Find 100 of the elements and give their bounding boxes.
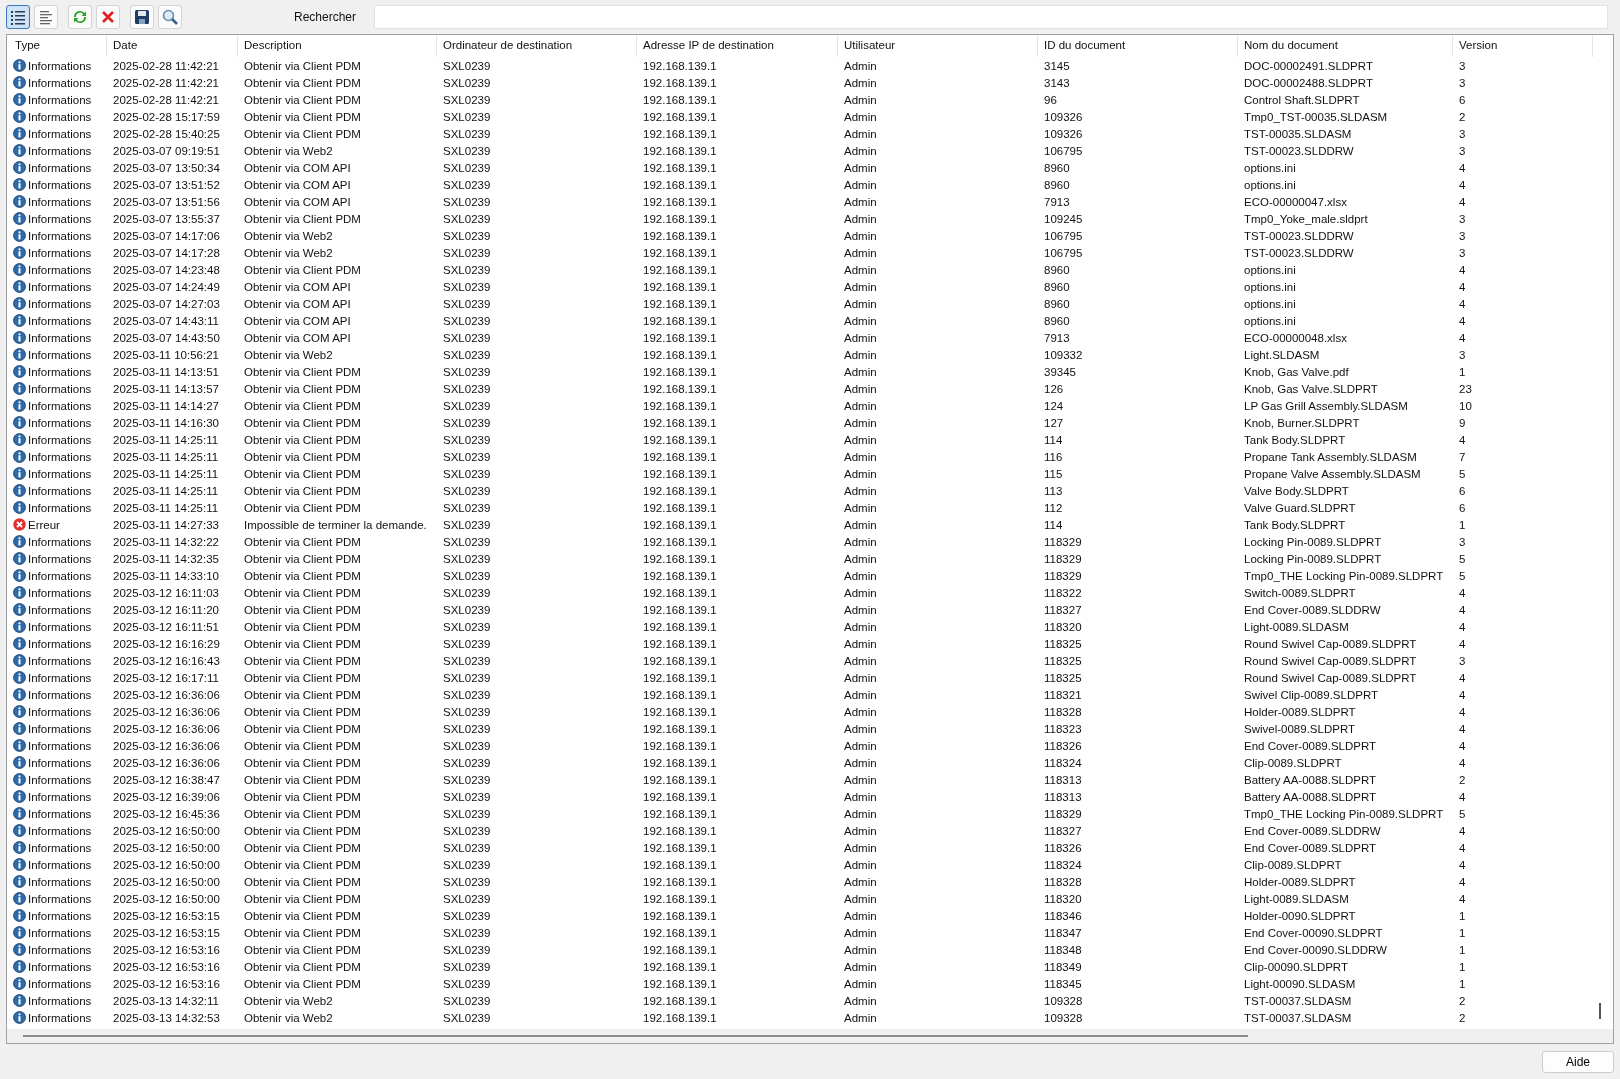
document-id-cell: 106795	[1044, 144, 1083, 157]
description-cell: Obtenir via Client PDM	[244, 926, 361, 939]
document-id-cell: 118329	[1044, 552, 1082, 565]
column-header[interactable]: Nom du document	[1238, 35, 1453, 57]
document-id-cell: 118345	[1044, 977, 1082, 990]
column-header[interactable]: ID du document	[1038, 35, 1238, 57]
computer-cell: SXL0239	[443, 756, 491, 769]
date-cell: 2025-03-07 14:17:06	[113, 229, 220, 242]
ip-address-cell: 192.168.139.1	[643, 280, 717, 293]
date-cell: 2025-03-12 16:39:06	[113, 790, 220, 803]
date-cell: 2025-03-07 13:55:37	[113, 212, 220, 225]
column-header[interactable]: Version	[1453, 35, 1593, 57]
computer-cell: SXL0239	[443, 739, 491, 752]
type-label: Informations	[28, 297, 92, 310]
delete-button[interactable]	[96, 5, 120, 29]
date-cell: 2025-02-28 15:40:25	[113, 127, 220, 140]
column-header[interactable]: Type	[9, 35, 107, 57]
user-cell: Admin	[844, 229, 877, 242]
type-label: Informations	[28, 382, 92, 395]
description-cell: Obtenir via Client PDM	[244, 807, 361, 820]
ip-address-cell: 192.168.139.1	[643, 348, 717, 361]
refresh-button[interactable]	[68, 5, 92, 29]
document-name-cell: End Cover-0089.SLDPRT	[1244, 841, 1377, 854]
computer-cell: SXL0239	[443, 365, 491, 378]
column-header[interactable]: Utilisateur	[838, 35, 1038, 57]
ip-address-cell: 192.168.139.1	[643, 212, 717, 225]
user-cell: Admin	[844, 280, 877, 293]
user-cell: Admin	[844, 382, 877, 395]
date-cell: 2025-03-12 16:16:29	[113, 637, 220, 650]
document-name-cell: Battery AA-0088.SLDPRT	[1244, 790, 1377, 803]
computer-cell: SXL0239	[443, 790, 491, 803]
description-cell: Obtenir via Web2	[244, 1011, 333, 1024]
description-cell: Obtenir via Web2	[244, 246, 333, 259]
document-id-cell: 114	[1044, 518, 1063, 531]
vertical-scrollbar-thumb[interactable]	[1599, 1003, 1601, 1019]
column-header[interactable]: Date	[107, 35, 238, 57]
user-cell: Admin	[844, 450, 877, 463]
save-button[interactable]	[130, 5, 154, 29]
document-name-cell: TST-00037.SLDASM	[1244, 994, 1352, 1007]
computer-cell: SXL0239	[443, 824, 491, 837]
search-field[interactable]	[374, 5, 1608, 29]
type-label: Erreur	[28, 518, 60, 531]
ip-address-cell: 192.168.139.1	[643, 501, 717, 514]
document-name-cell: Round Swivel Cap-0089.SLDPRT	[1244, 637, 1417, 650]
computer-cell: SXL0239	[443, 926, 491, 939]
list-view-button[interactable]	[6, 5, 30, 29]
type-label: Informations	[28, 144, 92, 157]
document-id-cell: 8960	[1044, 178, 1070, 191]
user-cell: Admin	[844, 739, 877, 752]
description-cell: Obtenir via Client PDM	[244, 824, 361, 837]
column-header[interactable]: Description	[238, 35, 437, 57]
user-cell: Admin	[844, 824, 877, 837]
user-cell: Admin	[844, 858, 877, 871]
date-cell: 2025-03-07 14:43:50	[113, 331, 220, 344]
computer-cell: SXL0239	[443, 144, 491, 157]
horizontal-scrollbar-thumb[interactable]	[23, 1035, 1248, 1037]
type-label: Informations	[28, 722, 92, 735]
document-name-cell: Valve Guard.SLDPRT	[1244, 501, 1356, 514]
document-name-cell: Round Swivel Cap-0089.SLDPRT	[1244, 654, 1417, 667]
description-cell: Obtenir via Client PDM	[244, 93, 361, 106]
computer-cell: SXL0239	[443, 654, 491, 667]
description-cell: Obtenir via Client PDM	[244, 484, 361, 497]
details-view-button[interactable]	[34, 5, 58, 29]
ip-address-cell: 192.168.139.1	[643, 824, 717, 837]
document-id-cell: 118329	[1044, 807, 1082, 820]
computer-cell: SXL0239	[443, 178, 491, 191]
ip-address-cell: 192.168.139.1	[643, 263, 717, 276]
document-id-cell: 118328	[1044, 705, 1082, 718]
document-id-cell: 112	[1044, 501, 1063, 514]
ip-address-cell: 192.168.139.1	[643, 484, 717, 497]
column-header[interactable]: Ordinateur de destination	[437, 35, 637, 57]
type-label: Informations	[28, 841, 92, 854]
description-cell: Obtenir via Client PDM	[244, 756, 361, 769]
document-name-cell: ECO-00000047.xlsx	[1244, 195, 1347, 208]
ip-address-cell: 192.168.139.1	[643, 331, 717, 344]
type-label: Informations	[28, 365, 92, 378]
user-cell: Admin	[844, 416, 877, 429]
document-name-cell: TST-00023.SLDDRW	[1244, 246, 1354, 259]
version-cell: 4	[1459, 195, 1466, 208]
document-name-cell: Tmp0_Yoke_male.sldprt	[1244, 212, 1368, 225]
description-cell: Obtenir via Client PDM	[244, 535, 361, 548]
document-id-cell: 7913	[1044, 195, 1070, 208]
user-cell: Admin	[844, 93, 877, 106]
document-id-cell: 124	[1044, 399, 1064, 412]
document-name-cell: options.ini	[1244, 297, 1296, 310]
user-cell: Admin	[844, 1011, 877, 1024]
user-cell: Admin	[844, 756, 877, 769]
date-cell: 2025-03-12 16:36:06	[113, 688, 220, 701]
date-cell: 2025-03-11 14:27:33	[113, 518, 219, 531]
help-button[interactable]: Aide	[1542, 1050, 1614, 1073]
document-id-cell: 3143	[1044, 76, 1070, 89]
version-cell: 4	[1459, 875, 1466, 888]
type-label: Informations	[28, 858, 92, 871]
description-cell: Obtenir via COM API	[244, 314, 351, 327]
user-cell: Admin	[844, 127, 877, 140]
version-cell: 3	[1459, 246, 1466, 259]
column-header[interactable]: Adresse IP de destination	[637, 35, 838, 57]
computer-cell: SXL0239	[443, 586, 491, 599]
ip-address-cell: 192.168.139.1	[643, 195, 717, 208]
search-button[interactable]	[158, 5, 182, 29]
